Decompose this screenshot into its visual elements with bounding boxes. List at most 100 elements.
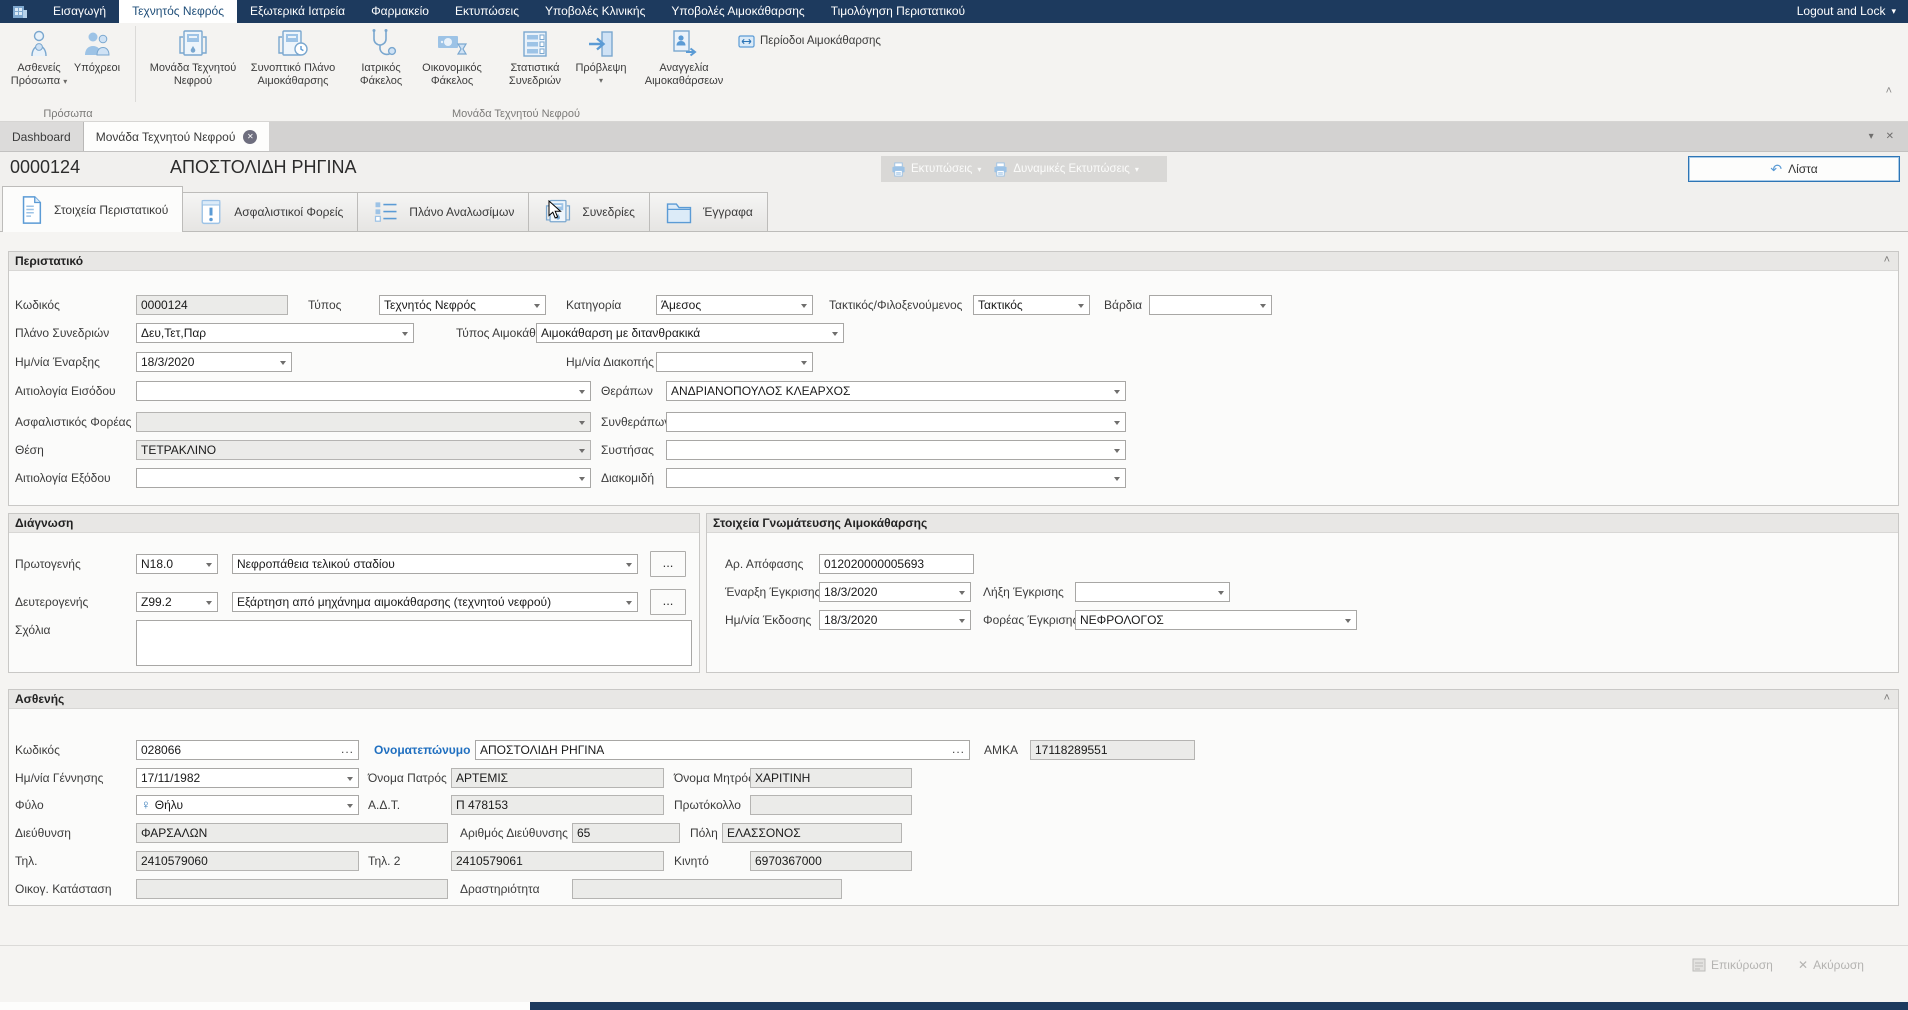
primary-diagnosis-code-dropdown[interactable]: N18.0	[136, 554, 218, 574]
father-name-field[interactable]: ΑΡΤΕΜΙΣ	[451, 768, 664, 788]
activity-field[interactable]	[572, 879, 842, 899]
dynamic-print-button[interactable]: Δυναμικές Εκτυπώσεις ▾	[989, 162, 1143, 177]
menu-timologisi[interactable]: Τιμολόγηση Περιστατικού	[818, 0, 978, 23]
exit-reason-dropdown[interactable]	[136, 468, 591, 488]
attending-doctor-dropdown[interactable]: ΑΝΔΡΙΑΝΟΠΟΥΛΟΣ ΚΛΕΑΡΧΟΣ	[666, 381, 1126, 401]
referrer-dropdown[interactable]	[666, 440, 1126, 460]
co-doctor-dropdown[interactable]	[666, 412, 1126, 432]
logout-and-lock-button[interactable]: Logout and Lock ▾	[1797, 0, 1908, 23]
dialysis-periods-button[interactable]: Περίοδοι Αιμοκάθαρσης	[730, 29, 889, 53]
dropdown-arrow-icon[interactable]	[959, 619, 965, 623]
secondary-diagnosis-more-button[interactable]: ...	[650, 589, 686, 615]
dropdown-arrow-icon[interactable]	[1345, 619, 1351, 623]
transfer-dropdown[interactable]	[666, 468, 1126, 488]
primary-diagnosis-desc-dropdown[interactable]: Νεφροπάθεια τελικού σταδίου	[232, 554, 638, 574]
dropdown-arrow-icon[interactable]	[347, 804, 353, 808]
protocol-field[interactable]	[750, 795, 912, 815]
ribbon-collapse-icon[interactable]: ˄	[1886, 85, 1892, 97]
tab-close-icon[interactable]: ✕	[243, 130, 257, 144]
panel-close-icon[interactable]: ✕	[1886, 131, 1894, 142]
dropdown-arrow-icon[interactable]	[1114, 477, 1120, 481]
dropdown-arrow-icon[interactable]	[280, 361, 286, 365]
approval-body-dropdown[interactable]: ΝΕΦΡΟΛΟΓΟΣ	[1075, 610, 1357, 630]
artificial-kidney-unit-button[interactable]: Μονάδα Τεχνητού Νεφρού	[143, 23, 243, 87]
menu-farmakeio[interactable]: Φαρμακείο	[358, 0, 442, 23]
dropdown-arrow-icon[interactable]	[1260, 304, 1266, 308]
dropdown-arrow-icon[interactable]	[1114, 421, 1120, 425]
secondary-diagnosis-code-dropdown[interactable]: Z99.2	[136, 592, 218, 612]
incident-category-dropdown[interactable]: Άμεσος	[656, 295, 813, 315]
mobile-field[interactable]: 6970367000	[750, 851, 912, 871]
dialysis-announcement-button[interactable]: Αναγγελία Αιμοκαθάρσεων	[638, 23, 730, 87]
patients-persons-button[interactable]: Ασθενείς Πρόσωπα ▾	[10, 23, 68, 88]
approval-start-dropdown[interactable]: 18/3/2020	[819, 582, 971, 602]
dropdown-arrow-icon[interactable]	[1114, 390, 1120, 394]
decision-number-field[interactable]: 012020000005693	[819, 554, 974, 574]
session-plan-dropdown[interactable]: Δευ,Τετ,Παρ	[136, 323, 414, 343]
patient-fullname-field[interactable]: ΑΠΟΣΤΟΛΙΔΗ ΡΗΓΙΝΑ...	[475, 740, 970, 760]
dropdown-arrow-icon[interactable]	[579, 449, 585, 453]
approval-end-dropdown[interactable]	[1075, 582, 1230, 602]
menu-eisagogi[interactable]: Εισαγωγή	[40, 0, 119, 23]
address-field[interactable]: ΦΑΡΣΑΛΩΝ	[136, 823, 448, 843]
dropdown-arrow-icon[interactable]	[1114, 449, 1120, 453]
summary-dialysis-plan-button[interactable]: Συνοπτικό Πλάνο Αιμοκάθαρσης	[243, 23, 343, 87]
medical-file-button[interactable]: Ιατρικός Φάκελος	[350, 23, 412, 87]
dropdown-arrow-icon[interactable]	[206, 601, 212, 605]
dropdown-arrow-icon[interactable]	[626, 601, 632, 605]
patient-code-field[interactable]: 028066...	[136, 740, 359, 760]
menu-ektyposeis[interactable]: Εκτυπώσεις	[442, 0, 532, 23]
start-date-dropdown[interactable]: 18/3/2020	[136, 352, 292, 372]
primary-diagnosis-more-button[interactable]: ...	[650, 551, 686, 577]
menu-texnitos-nefros[interactable]: Τεχνητός Νεφρός	[119, 0, 237, 23]
session-statistics-button[interactable]: Στατιστικά Συνεδριών	[499, 23, 571, 87]
address-number-field[interactable]: 65	[572, 823, 680, 843]
tab-consumables-plan[interactable]: Πλάνο Αναλωσίμων	[358, 192, 529, 232]
phone-field[interactable]: 2410579060	[136, 851, 359, 871]
list-button[interactable]: ↶ Λίστα	[1688, 156, 1900, 182]
tab-documents[interactable]: Έγγραφα	[650, 192, 768, 232]
identity-card-field[interactable]: Π 478153	[451, 795, 664, 815]
dropdown-arrow-icon[interactable]	[579, 390, 585, 394]
dropdown-arrow-icon[interactable]	[801, 304, 807, 308]
dropdown-arrow-icon[interactable]	[1218, 591, 1224, 595]
incident-shift-dropdown[interactable]	[1149, 295, 1272, 315]
comments-textarea[interactable]	[136, 620, 692, 666]
amka-field[interactable]: 17118289551	[1030, 740, 1195, 760]
obligors-button[interactable]: Υπόχρεοι	[68, 23, 126, 75]
issue-date-dropdown[interactable]: 18/3/2020	[819, 610, 971, 630]
dropdown-arrow-icon[interactable]	[626, 563, 632, 567]
incident-regular-dropdown[interactable]: Τακτικός	[973, 295, 1090, 315]
menu-exoterika-iatreia[interactable]: Εξωτερικά Ιατρεία	[237, 0, 358, 23]
dropdown-arrow-icon[interactable]	[534, 304, 540, 308]
cancel-button[interactable]: ✕ Ακύρωση	[1798, 958, 1864, 972]
dropdown-arrow-icon[interactable]	[579, 477, 585, 481]
dropdown-arrow-icon[interactable]	[1078, 304, 1084, 308]
menu-ypovoles-klinikis[interactable]: Υποβολές Κλινικής	[532, 0, 658, 23]
print-button[interactable]: Εκτυπώσεις ▾	[887, 162, 985, 177]
dropdown-arrow-icon[interactable]: ▾	[1135, 165, 1139, 174]
collapse-chevron-icon[interactable]: ˄	[1884, 692, 1890, 704]
tab-incident-details[interactable]: Στοιχεία Περιστατικού	[2, 186, 183, 232]
mother-name-field[interactable]: ΧΑΡΙΤΙΝΗ	[750, 768, 912, 788]
dropdown-arrow-icon[interactable]: ▾	[977, 165, 981, 174]
collapse-chevron-icon[interactable]: ˄	[1884, 254, 1890, 266]
dropdown-arrow-icon[interactable]	[402, 332, 408, 336]
secondary-diagnosis-desc-dropdown[interactable]: Εξάρτηση από μηχάνημα αιμοκάθαρσης (τεχν…	[232, 592, 638, 612]
dropdown-arrow-icon[interactable]: ▾	[599, 75, 603, 88]
dropdown-arrow-icon[interactable]: ▾	[63, 77, 67, 86]
gender-dropdown[interactable]: ♀Θήλυ	[136, 795, 359, 815]
incident-type-dropdown[interactable]: Τεχνητός Νεφρός	[379, 295, 546, 315]
dropdown-arrow-icon[interactable]	[959, 591, 965, 595]
financial-file-button[interactable]: Οικονομικός Φάκελος	[412, 23, 492, 87]
forecast-button[interactable]: Πρόβλεψη ▾	[571, 23, 631, 87]
dropdown-arrow-icon[interactable]	[206, 563, 212, 567]
marital-status-field[interactable]	[136, 879, 448, 899]
entry-reason-dropdown[interactable]	[136, 381, 591, 401]
lookup-ellipsis-button[interactable]: ...	[341, 741, 354, 757]
app-logo-icon[interactable]	[0, 0, 40, 23]
tab-list-dropdown-icon[interactable]: ▾	[1869, 131, 1874, 142]
dropdown-arrow-icon[interactable]	[347, 777, 353, 781]
birth-date-dropdown[interactable]: 17/11/1982	[136, 768, 359, 788]
dialysis-type-dropdown[interactable]: Αιμοκάθαρση με διτανθρακικά	[536, 323, 844, 343]
